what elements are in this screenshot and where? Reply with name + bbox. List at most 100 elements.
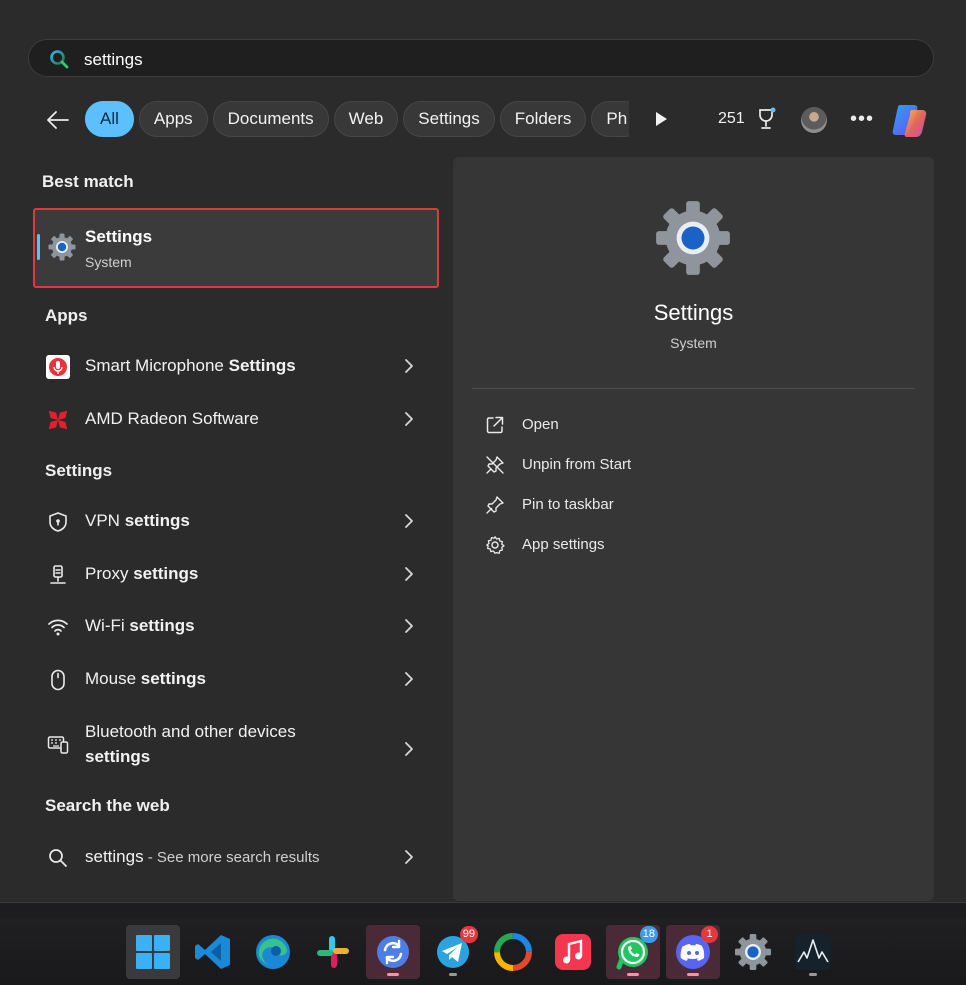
- best-match-subtitle: System: [85, 254, 132, 270]
- chevron-right-icon: [405, 412, 413, 426]
- filter-photos[interactable]: Ph: [591, 101, 629, 137]
- chevron-right-icon: [405, 514, 413, 528]
- amd-radeon-app-icon: [46, 408, 70, 432]
- action-label: App settings: [522, 536, 605, 553]
- settings-gear-icon: [656, 201, 730, 275]
- smart-microphone-app-icon: [46, 355, 70, 379]
- divider: [472, 388, 915, 389]
- trophy-icon[interactable]: [755, 107, 777, 131]
- apps-heading: Apps: [45, 306, 88, 325]
- gear-icon: [486, 536, 505, 554]
- taskbar-vscode[interactable]: [186, 925, 240, 979]
- best-match-item[interactable]: Settings System: [33, 208, 439, 288]
- settings-item-label: Bluetooth and other devices settings: [85, 722, 296, 766]
- running-indicator: [387, 973, 399, 976]
- action-app-settings[interactable]: App settings: [485, 528, 905, 562]
- taskbar-telegram[interactable]: 99: [426, 925, 480, 979]
- running-indicator: [687, 973, 699, 976]
- back-button[interactable]: [44, 106, 72, 134]
- filter-apps[interactable]: Apps: [138, 101, 208, 137]
- devices-icon: [46, 732, 70, 756]
- filter-settings[interactable]: Settings: [403, 101, 495, 137]
- search-input[interactable]: [82, 47, 886, 73]
- chevron-right-icon: [405, 567, 413, 581]
- vscode-icon: [195, 935, 230, 969]
- open-external-icon: [486, 416, 504, 434]
- settings-item-bluetooth[interactable]: Bluetooth and other devices settings: [36, 719, 436, 779]
- slack-icon: [317, 936, 349, 968]
- action-pin-to-taskbar[interactable]: Pin to taskbar: [485, 488, 905, 522]
- copilot-icon[interactable]: [890, 101, 930, 139]
- filter-documents[interactable]: Documents: [212, 101, 329, 137]
- filter-chips: All Apps Documents Web Settings Folders Ph: [85, 101, 629, 139]
- action-open[interactable]: Open: [485, 408, 905, 442]
- action-label: Open: [522, 416, 559, 433]
- filter-all[interactable]: All: [85, 101, 134, 137]
- taskbar-photos[interactable]: [486, 925, 540, 979]
- settings-gear-icon: [735, 934, 771, 970]
- apple-music-icon: [555, 934, 591, 970]
- more-options-button[interactable]: •••: [850, 108, 874, 131]
- unpin-icon: [486, 456, 504, 474]
- settings-item-mouse[interactable]: Mouse settings: [36, 657, 436, 701]
- taskbar: 99 18 1: [0, 917, 966, 985]
- taskbar-apple-music[interactable]: [546, 925, 600, 979]
- search-icon: [46, 846, 70, 870]
- play-icon[interactable]: [653, 110, 669, 128]
- filter-folders[interactable]: Folders: [499, 101, 587, 137]
- search-box[interactable]: [28, 39, 934, 77]
- app-item-label: AMD Radeon Software: [85, 409, 259, 428]
- app-item-smart-microphone[interactable]: Smart Microphone Settings: [36, 344, 436, 388]
- shield-icon: [46, 510, 70, 534]
- settings-item-proxy[interactable]: Proxy settings: [36, 552, 436, 596]
- sync-app-icon: [377, 936, 409, 968]
- settings-item-label: Mouse settings: [85, 669, 206, 688]
- search-icon: [50, 50, 69, 69]
- chevron-right-icon: [405, 619, 413, 633]
- taskbar-audio-app[interactable]: [786, 925, 840, 979]
- preview-subtitle: System: [670, 335, 717, 351]
- preview-pane: Settings System Open Unpin from Start Pi…: [453, 157, 934, 901]
- best-match-title: Settings: [85, 227, 153, 246]
- windows-logo-icon: [136, 935, 170, 969]
- pin-icon: [486, 496, 504, 514]
- settings-gear-icon: [48, 233, 76, 261]
- start-search-panel: AllAppsDocumentsWebSettingsFoldersPh 251…: [0, 0, 966, 903]
- edge-icon: [256, 935, 290, 969]
- taskbar-slack[interactable]: [306, 925, 360, 979]
- action-unpin-from-start[interactable]: Unpin from Start: [485, 448, 905, 482]
- notification-badge: 99: [459, 926, 478, 943]
- notification-badge: 1: [701, 926, 718, 943]
- taskbar-discord[interactable]: 1: [666, 925, 720, 979]
- running-indicator: [809, 973, 817, 976]
- web-search-item[interactable]: settings - See more search results: [36, 835, 436, 879]
- running-indicator: [627, 973, 639, 976]
- search-web-heading: Search the web: [45, 796, 170, 815]
- app-item-label: Smart Microphone Settings: [85, 356, 296, 375]
- chevron-right-icon: [405, 359, 413, 373]
- settings-item-label: VPN settings: [85, 511, 190, 530]
- chevron-right-icon: [405, 742, 413, 756]
- taskbar-whatsapp[interactable]: 18: [606, 925, 660, 979]
- action-label: Pin to taskbar: [522, 496, 614, 513]
- taskbar-start-button[interactable]: [126, 925, 180, 979]
- chevron-right-icon: [405, 850, 413, 864]
- best-match-heading: Best match: [42, 172, 134, 191]
- audio-waveform-icon: [795, 934, 831, 970]
- chevron-right-icon: [405, 672, 413, 686]
- running-indicator: [449, 973, 457, 976]
- settings-heading: Settings: [45, 461, 113, 480]
- rewards-points: 251: [718, 110, 745, 127]
- arrow-left-icon: [47, 111, 69, 129]
- taskbar-edge[interactable]: [246, 925, 300, 979]
- app-item-amd-radeon[interactable]: AMD Radeon Software: [36, 397, 436, 441]
- taskbar-sync-app[interactable]: [366, 925, 420, 979]
- settings-item-label: Wi-Fi settings: [85, 616, 195, 635]
- wifi-icon: [46, 615, 70, 639]
- filter-web[interactable]: Web: [333, 101, 399, 137]
- avatar[interactable]: [801, 107, 827, 133]
- settings-item-wifi[interactable]: Wi-Fi settings: [36, 604, 436, 648]
- taskbar-settings[interactable]: [726, 925, 780, 979]
- settings-item-vpn[interactable]: VPN settings: [36, 499, 436, 543]
- mouse-icon: [46, 668, 70, 692]
